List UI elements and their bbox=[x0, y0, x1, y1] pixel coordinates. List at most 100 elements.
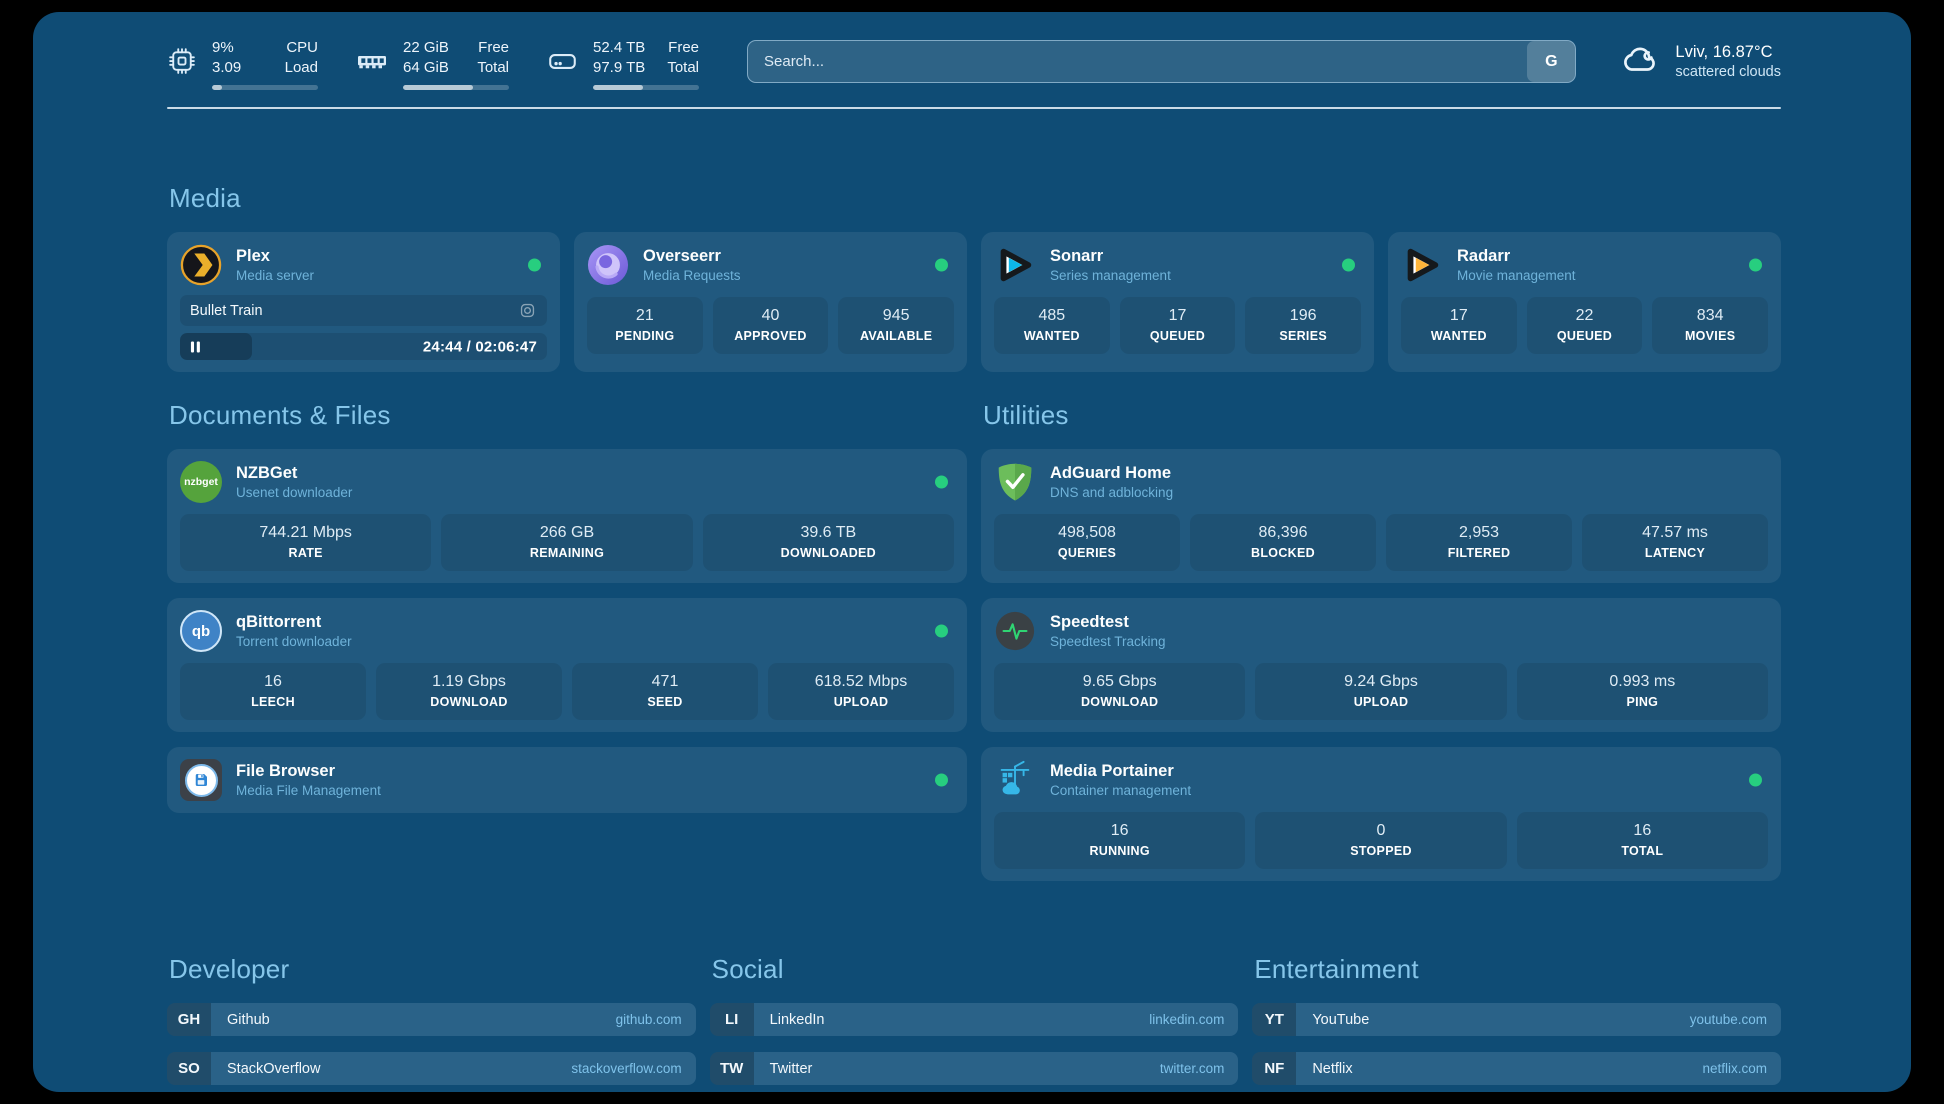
bookmark-youtube[interactable]: YT YouTube youtube.com bbox=[1252, 1003, 1781, 1036]
cpu-chip-icon bbox=[167, 46, 197, 81]
pause-icon[interactable] bbox=[190, 341, 201, 353]
bookmark-stackoverflow[interactable]: SO StackOverflow stackoverflow.com bbox=[167, 1052, 696, 1085]
adguard-shield-icon bbox=[994, 461, 1036, 503]
filebrowser-card-header: File Browser Media File Management bbox=[180, 759, 954, 801]
stat-box: 39.6 TBDOWNLOADED bbox=[703, 514, 954, 571]
sonarr-icon bbox=[994, 244, 1036, 286]
stat-box: 498,508 QUERIES bbox=[994, 514, 1180, 571]
stat-box: 17WANTED bbox=[1401, 297, 1517, 354]
bookmark-url: netflix.com bbox=[1702, 1052, 1781, 1085]
speedtest-subtitle: Speedtest Tracking bbox=[1050, 633, 1166, 651]
stat-box: 266 GBREMAINING bbox=[441, 514, 692, 571]
weather-text: Lviv, 16.87°C scattered clouds bbox=[1675, 42, 1781, 82]
disk-icon bbox=[547, 46, 578, 82]
portainer-status-dot bbox=[1749, 774, 1762, 787]
nzbget-status-dot bbox=[935, 476, 948, 489]
adguard-name: AdGuard Home bbox=[1050, 463, 1173, 484]
stat-label: RATE bbox=[184, 545, 427, 562]
bookmark-twitter[interactable]: TW Twitter twitter.com bbox=[710, 1052, 1239, 1085]
stat-box: 0.993 msPING bbox=[1517, 663, 1768, 720]
portainer-card[interactable]: Media Portainer Container management 16R… bbox=[981, 747, 1781, 881]
bookmark-netflix[interactable]: NF Netflix netflix.com bbox=[1252, 1052, 1781, 1085]
nzbget-card[interactable]: nzbget NZBGet Usenet downloader 744.21 M… bbox=[167, 449, 967, 583]
session-icon[interactable] bbox=[518, 301, 537, 320]
bookmark-github[interactable]: GH Github github.com bbox=[167, 1003, 696, 1036]
bookmark-abbr: GH bbox=[167, 1003, 211, 1036]
portainer-crane-icon bbox=[994, 759, 1036, 801]
ram-stat: 22 GiBFree 64 GiBTotal bbox=[356, 38, 509, 90]
search-input[interactable] bbox=[748, 41, 1527, 82]
stat-value: 21 bbox=[591, 305, 699, 326]
bookmarks-section: Developer GH Github github.com SO StackO… bbox=[167, 954, 1781, 1092]
sonarr-stats: 485WANTED 17QUEUED 196SERIES bbox=[994, 297, 1361, 354]
nzbget-card-header: nzbget NZBGet Usenet downloader bbox=[180, 461, 954, 503]
stat-value: 498,508 bbox=[998, 522, 1176, 543]
radarr-card[interactable]: Radarr Movie management 17WANTED 22QUEUE… bbox=[1388, 232, 1781, 372]
stat-label: MOVIES bbox=[1656, 328, 1764, 345]
bookmark-url: linkedin.com bbox=[1149, 1003, 1238, 1036]
stat-label: DOWNLOAD bbox=[380, 694, 558, 711]
sonarr-card[interactable]: Sonarr Series management 485WANTED 17QUE… bbox=[981, 232, 1374, 372]
filebrowser-name: File Browser bbox=[236, 761, 381, 782]
stat-value: 471 bbox=[576, 671, 754, 692]
media-section: Media Plex Media server bbox=[167, 183, 1781, 372]
stat-label: QUEUED bbox=[1531, 328, 1639, 345]
radarr-subtitle: Movie management bbox=[1457, 267, 1576, 285]
plex-card-header: Plex Media server bbox=[180, 244, 547, 286]
bookmark-name: Github bbox=[211, 1003, 616, 1036]
stat-box: 86,396BLOCKED bbox=[1190, 514, 1376, 571]
social-bookmarks: Social LI LinkedIn linkedin.com TW Twitt… bbox=[710, 954, 1239, 1092]
portainer-stats: 16RUNNING 0STOPPED 16TOTAL bbox=[994, 812, 1768, 869]
stat-box: 1.19 GbpsDOWNLOAD bbox=[376, 663, 562, 720]
stat-value: 9.65 Gbps bbox=[998, 671, 1241, 692]
sonarr-status-dot bbox=[1342, 259, 1355, 272]
ram-meter bbox=[403, 85, 509, 90]
social-section-title: Social bbox=[712, 954, 1239, 985]
adguard-stats: 498,508 QUERIES 86,396BLOCKED 2,953FILTER… bbox=[994, 514, 1768, 571]
cpu-meter-fill bbox=[212, 85, 222, 90]
weather-location-temp: Lviv, 16.87°C bbox=[1675, 42, 1781, 63]
overseerr-card[interactable]: Overseerr Media Requests 21PENDING 40APP… bbox=[574, 232, 967, 372]
stat-value: 17 bbox=[1124, 305, 1232, 326]
plex-progress-bar[interactable]: 24:44 / 02:06:47 bbox=[180, 333, 547, 360]
plex-card[interactable]: Plex Media server Bullet Train bbox=[167, 232, 560, 372]
cpu-stat-body: 9%CPU 3.09Load bbox=[212, 38, 318, 90]
middle-sections: Documents & Files nzbget NZBGet Usenet d… bbox=[167, 400, 1781, 896]
weather-condition: scattered clouds bbox=[1675, 63, 1781, 82]
search-bar[interactable]: G bbox=[747, 40, 1576, 83]
adguard-card[interactable]: AdGuard Home DNS and adblocking 498,508 Q… bbox=[981, 449, 1781, 583]
stat-box: 16LEECH bbox=[180, 663, 366, 720]
disk-total-label: Total bbox=[667, 58, 699, 78]
disk-stat-body: 52.4 TBFree 97.9 TBTotal bbox=[593, 38, 699, 90]
plex-now-playing: Bullet Train bbox=[180, 295, 547, 326]
bookmark-linkedin[interactable]: LI LinkedIn linkedin.com bbox=[710, 1003, 1239, 1036]
bookmark-url: youtube.com bbox=[1690, 1003, 1781, 1036]
plex-name: Plex bbox=[236, 246, 314, 267]
filebrowser-status-dot bbox=[935, 774, 948, 787]
filebrowser-card[interactable]: File Browser Media File Management bbox=[167, 747, 967, 813]
stat-label: REMAINING bbox=[445, 545, 688, 562]
radarr-name: Radarr bbox=[1457, 246, 1576, 267]
bookmark-abbr: TW bbox=[710, 1052, 754, 1085]
stat-label: APPROVED bbox=[717, 328, 825, 345]
qbittorrent-card[interactable]: qb qBittorrent Torrent downloader 16LEEC… bbox=[167, 598, 967, 732]
adguard-card-header: AdGuard Home DNS and adblocking bbox=[994, 461, 1768, 503]
stat-box: 471SEED bbox=[572, 663, 758, 720]
bookmark-abbr: LI bbox=[710, 1003, 754, 1036]
cpu-load-label: Load bbox=[285, 58, 318, 78]
ram-free-label: Free bbox=[478, 38, 509, 58]
stat-box: 2,953FILTERED bbox=[1386, 514, 1572, 571]
speedtest-card[interactable]: Speedtest Speedtest Tracking 9.65 GbpsDO… bbox=[981, 598, 1781, 732]
stat-label: UPLOAD bbox=[1259, 694, 1502, 711]
stat-value: 16 bbox=[998, 820, 1241, 841]
stat-value: 16 bbox=[1521, 820, 1764, 841]
stat-box: 485WANTED bbox=[994, 297, 1110, 354]
stat-value: 485 bbox=[998, 305, 1106, 326]
qbittorrent-card-header: qb qBittorrent Torrent downloader bbox=[180, 610, 954, 652]
search-engine-button[interactable]: G bbox=[1527, 41, 1575, 82]
stat-value: 86,396 bbox=[1194, 522, 1372, 543]
stat-label: QUERIES bbox=[998, 545, 1176, 562]
stat-label: PING bbox=[1521, 694, 1764, 711]
stat-value: 9.24 Gbps bbox=[1259, 671, 1502, 692]
utilities-section-title: Utilities bbox=[983, 400, 1781, 431]
